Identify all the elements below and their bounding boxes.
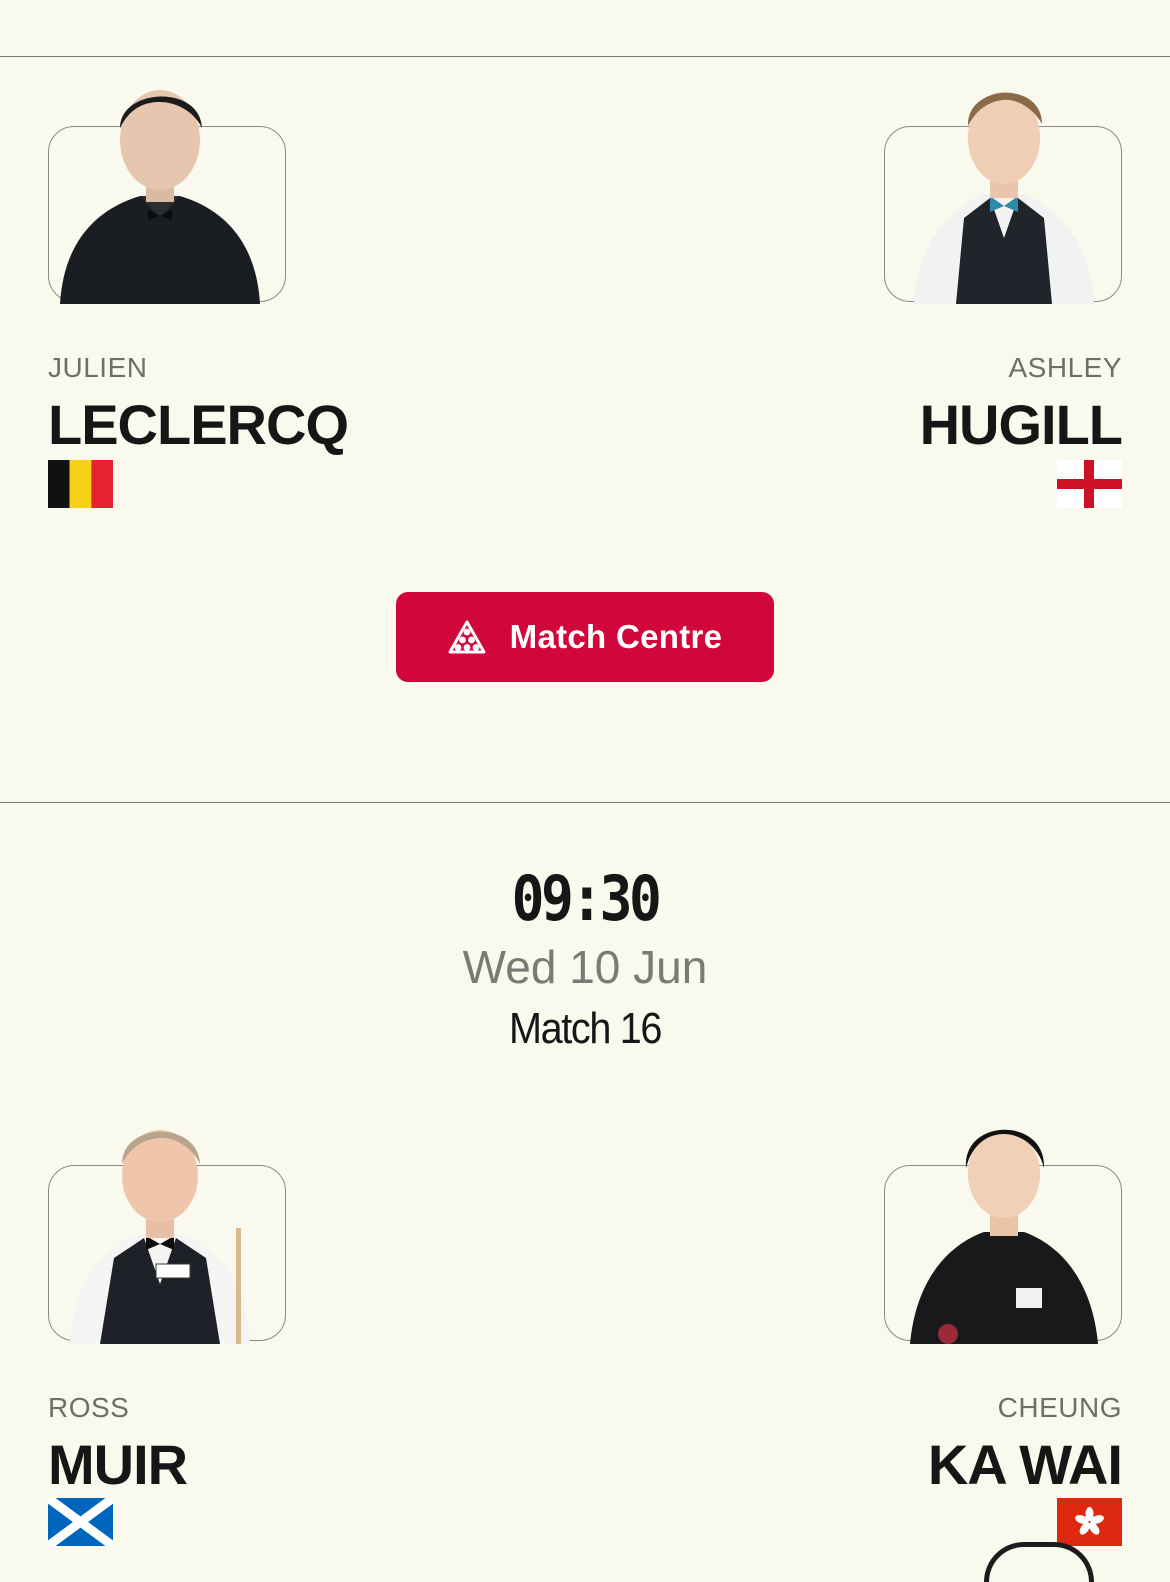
hong-kong-flag-icon [1057, 1498, 1122, 1546]
england-flag-icon [1057, 460, 1122, 508]
player-b[interactable]: ASHLEY HUGILL [722, 68, 1123, 518]
match-centre-label: Match Centre [509, 618, 723, 655]
snooker-balls-icon [448, 620, 486, 654]
scotland-flag-icon [48, 1498, 113, 1546]
match-centre-button[interactable]: Match Centre [396, 592, 774, 682]
player-b[interactable]: CHEUNG KA WAI [722, 1108, 1123, 1561]
player-last-name: KA WAI [927, 1433, 1123, 1496]
belgium-flag-icon [48, 460, 113, 508]
player-first-name: CHEUNG [997, 1392, 1122, 1423]
player-last-name: LECLERCQ [48, 393, 349, 456]
match-number: Match 16 [508, 1004, 662, 1053]
player-avatar [904, 1108, 1104, 1344]
player-last-name: HUGILL [919, 393, 1123, 456]
player-first-name: ASHLEY [1008, 352, 1122, 383]
player-first-name: JULIEN [48, 352, 148, 383]
match-date: Wed 10 Jun [462, 941, 708, 993]
player-last-name: MUIR [48, 1433, 188, 1496]
player-avatar [60, 1108, 260, 1344]
match-time: 09:30 [511, 862, 662, 935]
player-avatar [904, 68, 1104, 304]
player-avatar [60, 68, 260, 304]
top-divider [0, 56, 1170, 57]
player-first-name: ROSS [48, 1392, 130, 1423]
match-divider [0, 802, 1170, 803]
player-a[interactable]: JULIEN LECLERCQ [48, 68, 448, 518]
player-a[interactable]: ROSS MUIR [48, 1108, 448, 1561]
